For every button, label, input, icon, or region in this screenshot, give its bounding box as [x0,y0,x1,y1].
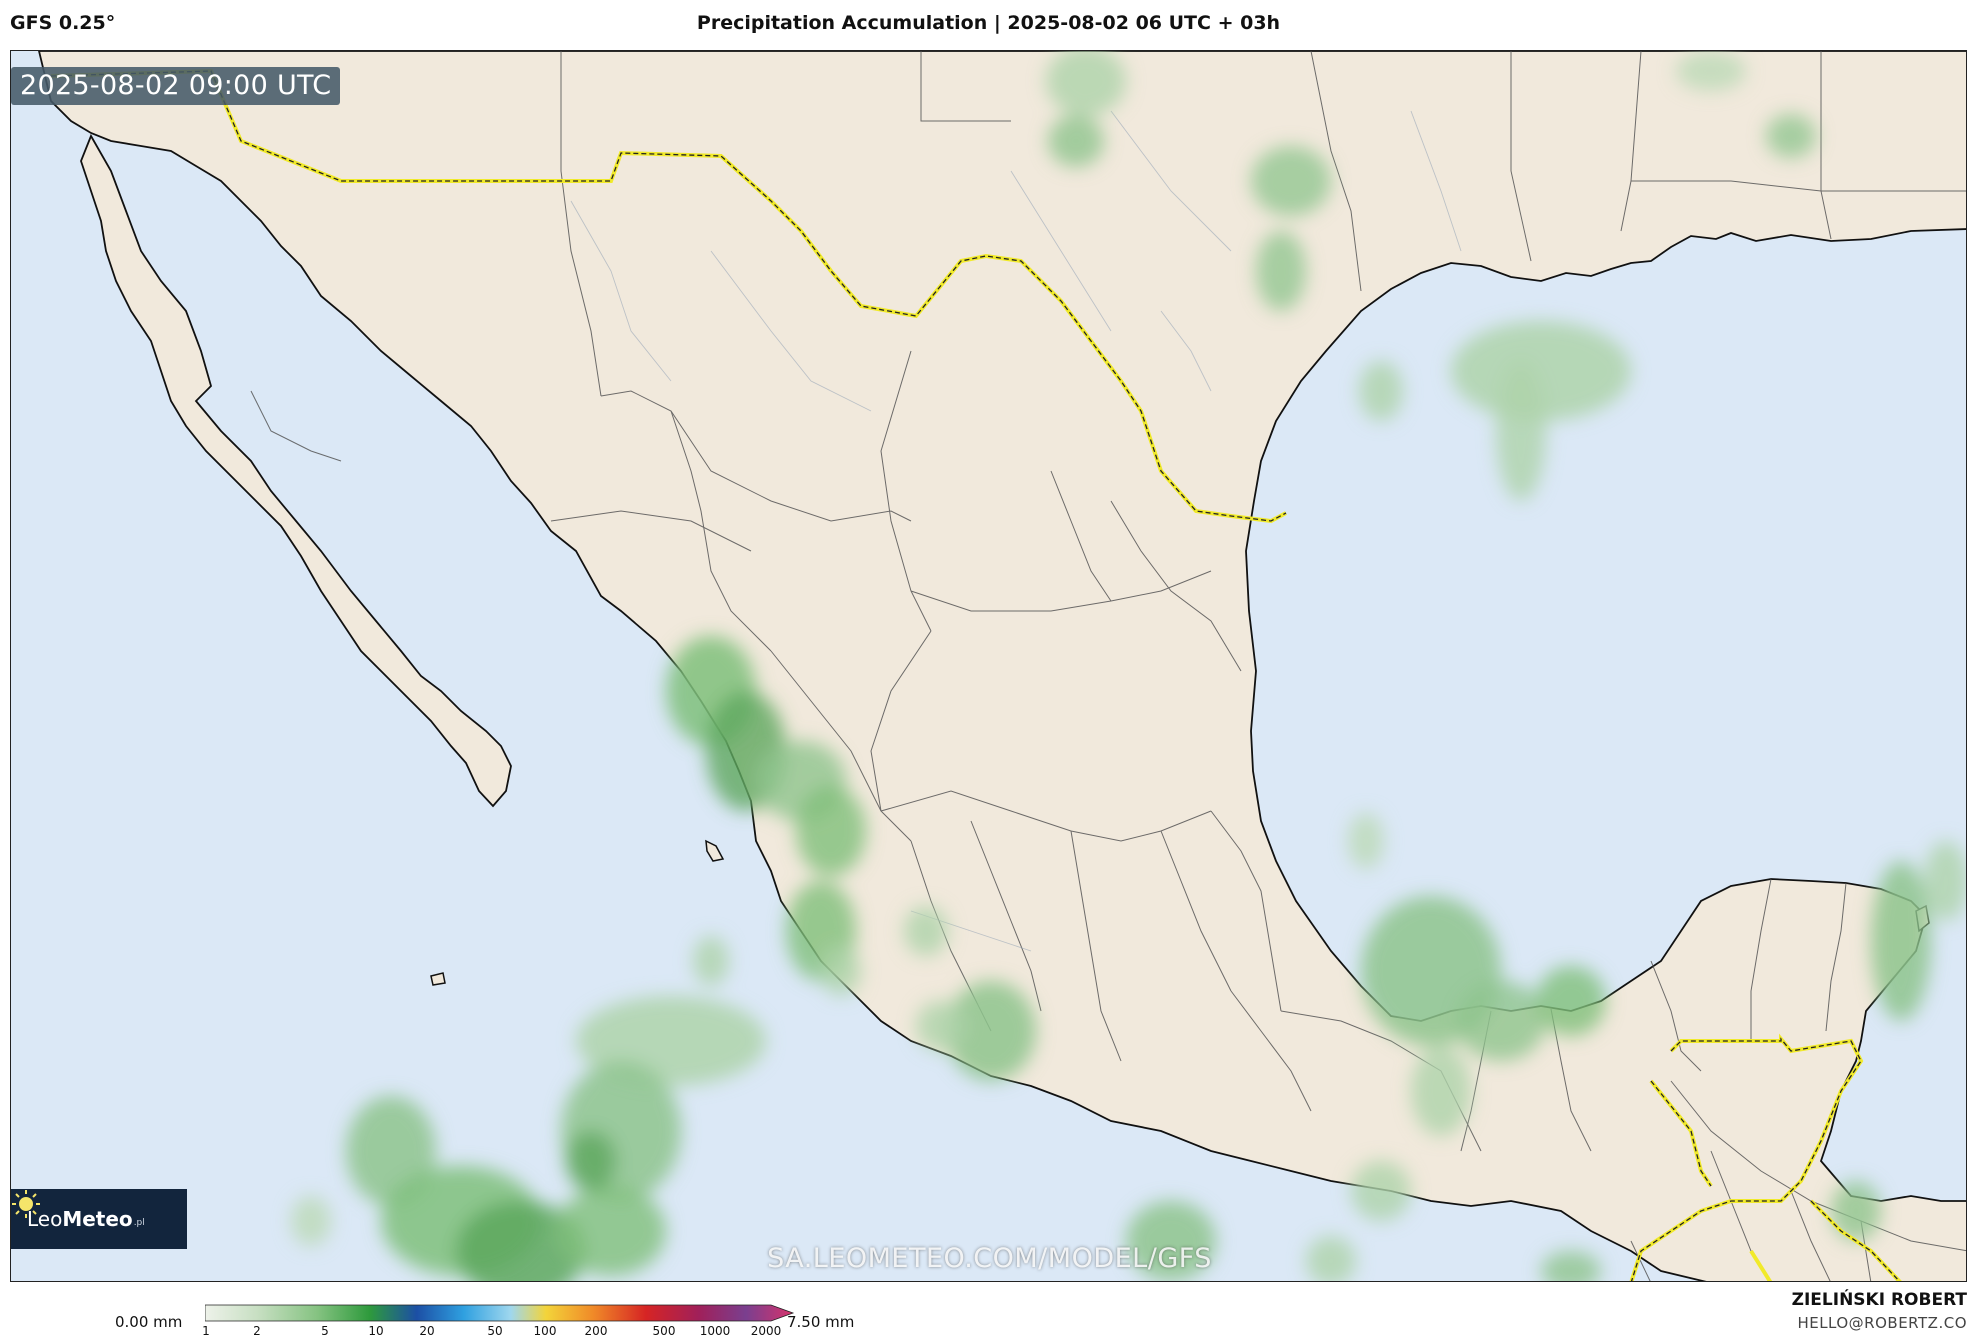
leometeo-logo[interactable]: LeoMeteo .pl [11,1189,187,1249]
legend-tick-label: 50 [487,1324,503,1338]
legend-min-label: 0.00 mm [115,1313,183,1331]
author-email[interactable]: HELLO@ROBERTZ.CO [1797,1314,1967,1332]
legend-tick-label: 2 [253,1324,261,1338]
site-watermark: SA.LEOMETEO.COM/MODEL/GFS [767,1243,1212,1274]
legend-tick-label: 1 [202,1324,210,1338]
map-title: Precipitation Accumulation | 2025-08-02 … [696,12,1281,34]
legend-max-label: 7.50 mm [787,1313,855,1331]
logo-suffix: .pl [133,1218,145,1228]
legend-tick-label: 2000 [750,1324,782,1338]
island-socorro [430,972,446,986]
logo-name: LeoMeteo [27,1207,133,1231]
legend-tick-label: 500 [652,1324,676,1338]
legend-tick-label: 20 [419,1324,435,1338]
legend-tick-label: 1000 [699,1324,731,1338]
precipitation-map[interactable]: 2025-08-02 09:00 UTC LeoMeteo .pl SA.LEO… [10,50,1967,1282]
valid-time-badge: 2025-08-02 09:00 UTC [11,67,341,105]
legend-tick-label: 10 [368,1324,384,1338]
map-canvas [11,51,1966,1281]
legend-tick-label: 5 [321,1324,329,1338]
footer: 0.00 mm 1 2 5 10 20 50 100 200 500 1000 2000 7.50 … [0,1284,1977,1338]
legend-tick-label: 100 [533,1324,557,1338]
legend-colorbar [205,1304,795,1322]
legend-tick-label: 200 [584,1324,608,1338]
sun-icon [12,1190,40,1218]
author-name: ZIELIŃSKI ROBERT [1791,1290,1967,1310]
